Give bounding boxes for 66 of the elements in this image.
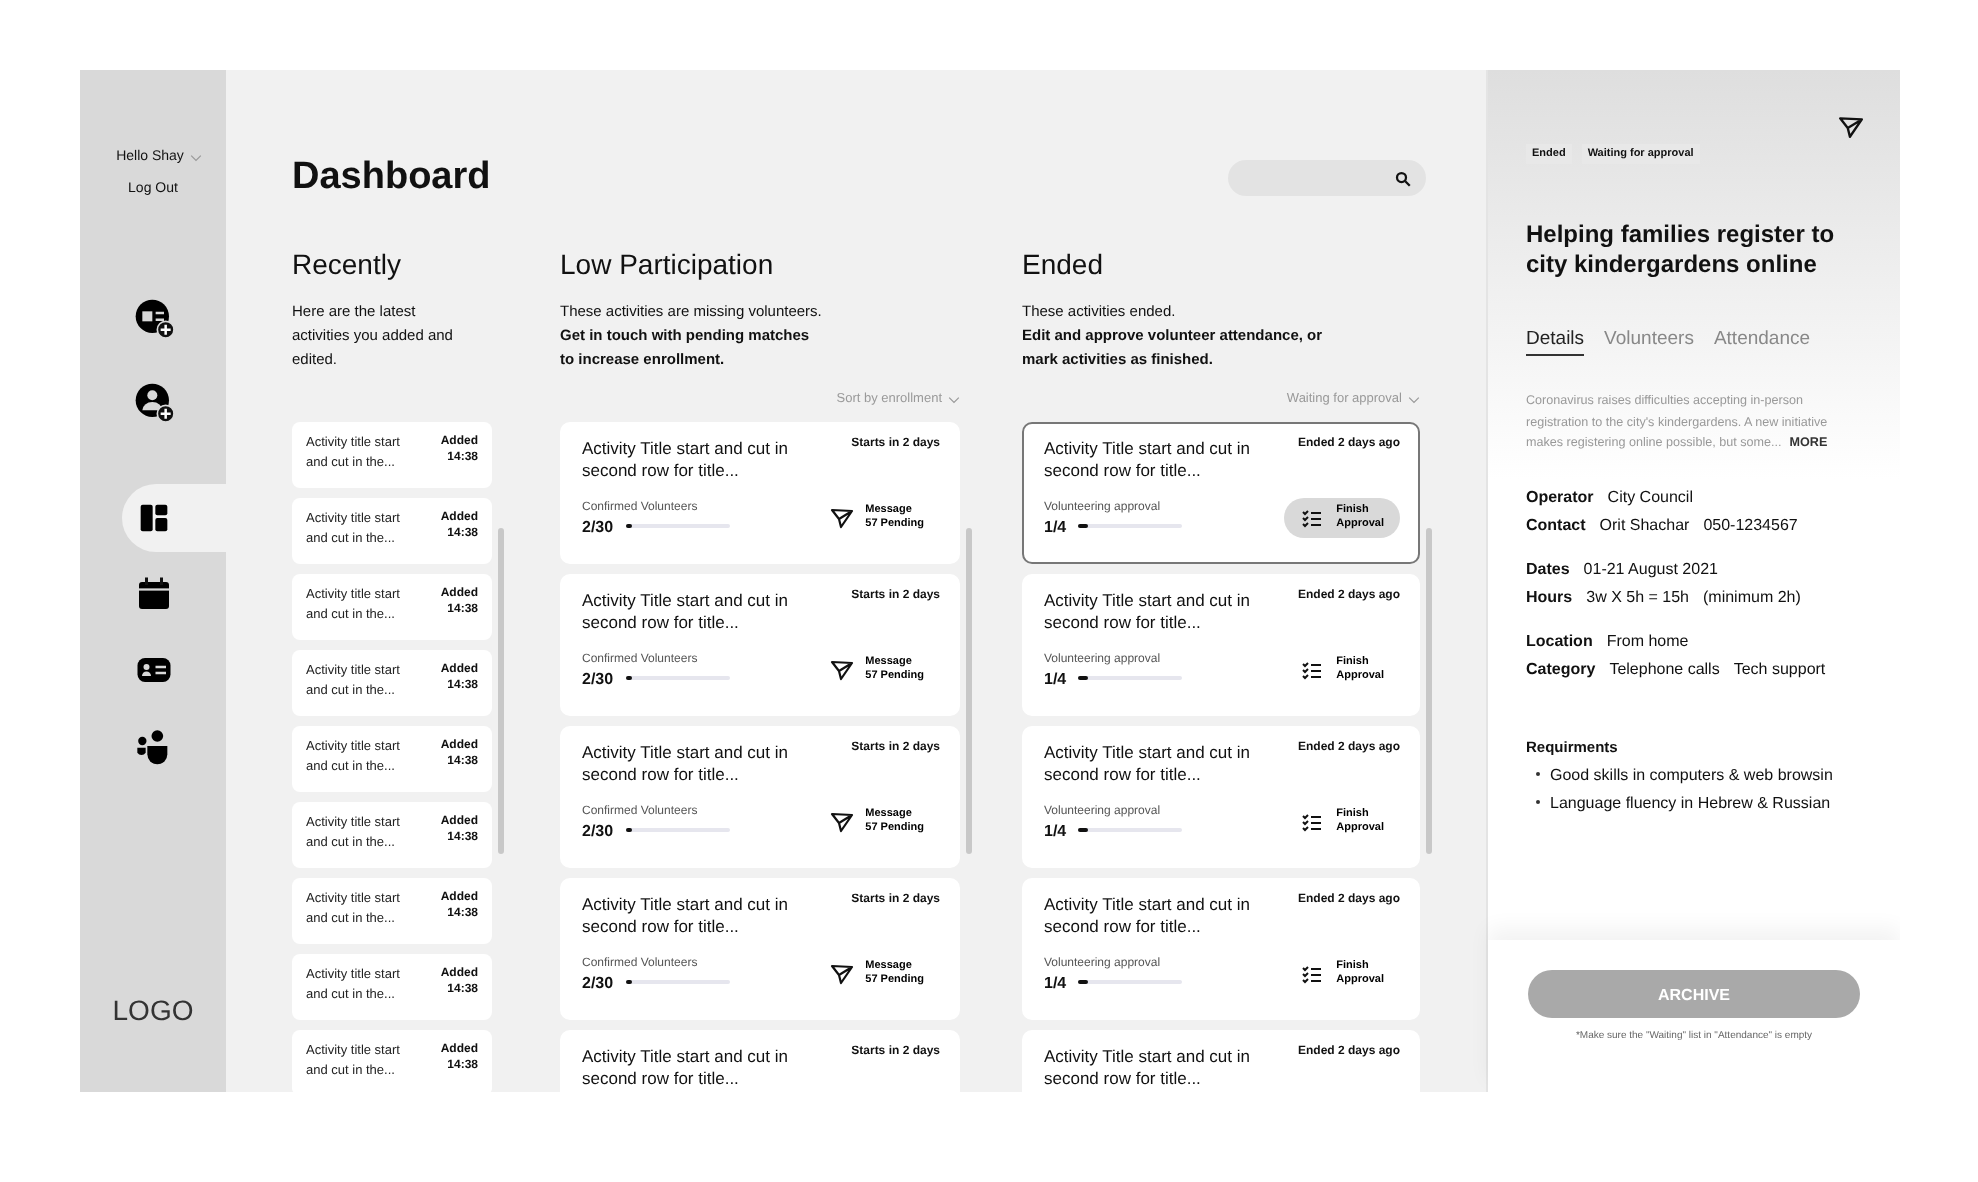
detail-label: Category [1526,659,1596,677]
detail-value: 3w X 5h = 15h [1586,587,1689,605]
checklist-icon [1300,810,1325,834]
add-person-icon [133,382,173,422]
checklist-icon [1300,658,1325,682]
detail-label: Contact [1526,515,1586,533]
detail-label: Hours [1526,587,1573,605]
section-title: Ended [1022,246,1105,282]
card-title: Activity Title start and cut in second row for title... [1044,590,1252,632]
detail-value: 050-1234567 [1703,515,1798,533]
progress-count: 2/30 [582,669,614,687]
card-title: Activity Title start and cut in second row for title... [1044,894,1252,936]
detail-value: (minimum 2h) [1703,587,1801,605]
progress-count: 1/4 [1044,517,1067,535]
card-title: Activity Title start and cut in second row for title... [1044,438,1252,480]
chevron-down-icon [189,153,202,161]
card-title: Activity Title start and cut in second row for title... [582,590,790,632]
detail-value: From home [1606,631,1689,649]
send-icon [829,506,854,530]
progress-count: 2/30 [582,821,614,839]
search-icon [1394,169,1412,187]
page-title: Dashboard [292,156,491,200]
detail-label: Operator [1526,487,1594,505]
send-icon [829,962,854,986]
detail-value: Orit Shachar [1599,515,1690,533]
id-card-icon [131,652,175,688]
section-title: Recently [292,246,403,282]
detail-value: 01-21 August 2021 [1583,559,1718,577]
progress-count: 2/30 [582,517,614,535]
section-title: Low Participation [560,246,776,282]
add-group-icon [133,298,173,338]
logo: LOGO [112,994,194,1026]
checklist-icon [1300,506,1325,530]
search-field[interactable] [1228,160,1426,196]
detail-value: Tech support [1733,659,1826,677]
scrollbar[interactable] [498,528,504,854]
card-title: Activity Title start and cut in second row for title... [1044,742,1252,784]
tab[interactable]: Details [1526,328,1585,356]
detail-value: City Council [1607,487,1693,505]
progress-count: 2/30 [582,973,614,991]
calendar-icon [135,576,171,612]
dashboard-icon [137,502,169,534]
progress-count: 1/4 [1044,821,1067,839]
detail-label: Dates [1526,559,1570,577]
chevron-down-icon [948,395,960,403]
card-title: Activity Title start and cut in second row for title... [582,742,790,784]
card-title: Activity Title start and cut in second row for title... [582,894,790,936]
requirement-item: Language fluency in Hebrew & Russian [1550,793,1831,811]
detail-label: Location [1526,631,1593,649]
progress-count: 1/4 [1044,973,1067,991]
send-icon [829,658,854,682]
activity-title: Helping families register to city kindergardens online [1526,220,1837,280]
send-icon [1838,114,1864,140]
card-title: Activity Title start and cut in second row for title... [582,438,790,480]
people-icon [133,726,173,766]
card-title: Activity Title start and cut in second row for title... [1044,1046,1252,1088]
chevron-down-icon [1408,395,1420,403]
detail-value: Telephone calls [1609,659,1720,677]
card-title: Activity Title start and cut in second row for title... [582,1046,790,1088]
send-icon [829,810,854,834]
checklist-icon [1300,962,1325,986]
nav-item[interactable] [122,484,226,552]
progress-count: 1/4 [1044,669,1067,687]
scrollbar[interactable] [966,528,972,854]
scrollbar[interactable] [1426,528,1432,854]
requirement-item: Good skills in computers & web browsin [1550,765,1833,783]
